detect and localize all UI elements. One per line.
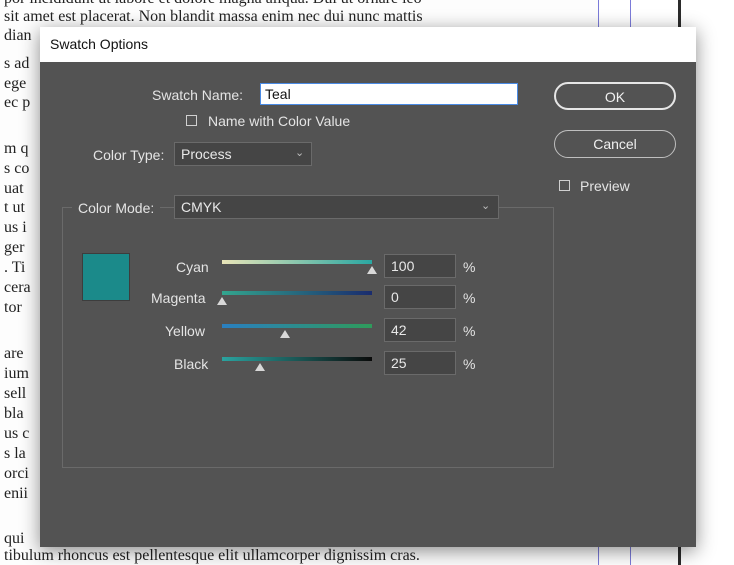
yellow-value: 42 bbox=[391, 322, 407, 338]
doc-line: uat bbox=[4, 180, 24, 197]
doc-line: m q bbox=[4, 140, 29, 157]
black-label: Black bbox=[174, 356, 209, 372]
doc-line: por incididunt ut labore et dolore magna… bbox=[4, 0, 422, 8]
doc-line: ium bbox=[4, 365, 29, 382]
black-slider-thumb[interactable] bbox=[254, 363, 265, 371]
preview-label: Preview bbox=[580, 178, 630, 194]
cyan-value-input[interactable]: 100 bbox=[384, 254, 456, 278]
cyan-value: 100 bbox=[391, 258, 415, 274]
doc-line: cera bbox=[4, 279, 31, 296]
color-mode-dropdown[interactable]: CMYK ⌄ bbox=[174, 195, 499, 219]
chevron-down-icon: ⌄ bbox=[481, 200, 491, 212]
doc-line: are bbox=[4, 345, 24, 362]
preview-checkbox[interactable] bbox=[559, 180, 570, 191]
doc-line: s ad bbox=[4, 55, 30, 72]
cancel-button[interactable]: Cancel bbox=[554, 130, 676, 158]
doc-line: ger bbox=[4, 239, 25, 256]
swatch-name-input[interactable] bbox=[260, 83, 518, 105]
doc-line: ec p bbox=[4, 94, 31, 111]
name-with-color-value-checkbox[interactable] bbox=[186, 115, 197, 126]
chevron-down-icon: ⌄ bbox=[295, 147, 305, 159]
swatch-options-dialog: Swatch Options Swatch Name: Name with Co… bbox=[40, 27, 696, 547]
color-mode-label: Color Mode: bbox=[72, 200, 161, 216]
black-value-input[interactable]: 25 bbox=[384, 351, 456, 375]
swatch-name-label: Swatch Name: bbox=[152, 87, 244, 103]
doc-line: sell bbox=[4, 385, 27, 402]
magenta-value-input[interactable]: 0 bbox=[384, 285, 456, 309]
dialog-title: Swatch Options bbox=[50, 36, 149, 52]
yellow-slider-track[interactable] bbox=[222, 324, 372, 328]
yellow-unit: % bbox=[463, 323, 476, 339]
yellow-value-input[interactable]: 42 bbox=[384, 318, 456, 342]
doc-line: orci bbox=[4, 465, 29, 482]
color-type-value: Process bbox=[181, 146, 232, 162]
magenta-unit: % bbox=[463, 290, 476, 306]
doc-line: s la bbox=[4, 445, 26, 462]
doc-line: enii bbox=[4, 485, 28, 502]
magenta-slider-track[interactable] bbox=[222, 291, 372, 295]
doc-line: ege bbox=[4, 75, 27, 92]
cyan-slider-track[interactable] bbox=[222, 260, 372, 264]
magenta-slider-thumb[interactable] bbox=[217, 297, 227, 305]
black-slider-track[interactable] bbox=[222, 357, 372, 361]
color-mode-group bbox=[62, 207, 554, 468]
cyan-slider-thumb[interactable] bbox=[367, 266, 377, 274]
color-type-label: Color Type: bbox=[93, 147, 165, 163]
yellow-label: Yellow bbox=[165, 323, 205, 339]
doc-line: dian bbox=[4, 27, 32, 44]
color-mode-value: CMYK bbox=[181, 199, 222, 215]
doc-line: tor bbox=[4, 299, 22, 316]
doc-line: us c bbox=[4, 425, 30, 442]
black-unit: % bbox=[463, 356, 476, 372]
name-with-color-value-label: Name with Color Value bbox=[208, 113, 351, 129]
magenta-value: 0 bbox=[391, 289, 399, 305]
doc-line: t ut bbox=[4, 199, 25, 216]
yellow-slider-thumb[interactable] bbox=[280, 330, 290, 338]
cyan-unit: % bbox=[463, 259, 476, 275]
doc-line: us i bbox=[4, 219, 27, 236]
doc-line: bla bbox=[4, 405, 24, 422]
doc-line: tibulum rhoncus est pellentesque elit ul… bbox=[4, 547, 420, 564]
doc-line: qui bbox=[4, 530, 25, 547]
black-value: 25 bbox=[391, 355, 407, 371]
doc-line: s co bbox=[4, 160, 30, 177]
doc-line: . Ti bbox=[4, 259, 26, 276]
color-type-dropdown[interactable]: Process ⌄ bbox=[174, 142, 312, 166]
dialog-titlebar[interactable]: Swatch Options bbox=[40, 27, 696, 62]
doc-line: sit amet est placerat. Non blandit massa… bbox=[4, 8, 423, 25]
magenta-label: Magenta bbox=[151, 290, 206, 306]
cyan-label: Cyan bbox=[176, 259, 209, 275]
color-swatch-preview bbox=[82, 253, 130, 301]
ok-button[interactable]: OK bbox=[554, 82, 676, 110]
